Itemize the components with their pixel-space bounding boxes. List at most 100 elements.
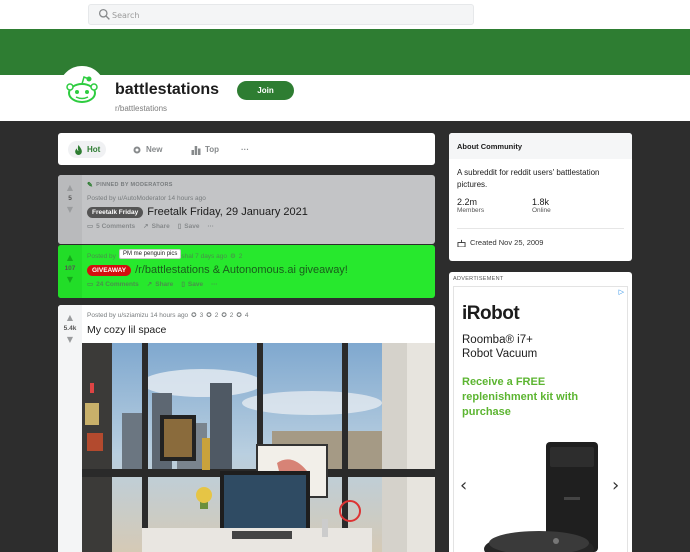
share-icon: ↗ — [146, 281, 153, 288]
members-label: Members — [457, 207, 485, 214]
pinned-label: PINNED BY MODERATORS — [96, 182, 173, 188]
ad-offer: Receive a FREE replenishment kit with pu… — [462, 376, 579, 418]
award-icon: ✪ — [236, 312, 242, 319]
members-stat: 2.2m Members — [457, 197, 484, 214]
award-count: 2 — [229, 311, 234, 319]
save-label: Save — [184, 222, 200, 230]
award-icon: ✪ — [191, 312, 197, 319]
about-description: A subreddit for reddit users' battlestat… — [457, 168, 600, 189]
ad-frame[interactable]: ▷ iRobot Roomba® i7+ Robot Vacuum Receiv… — [453, 286, 628, 552]
post-content: ✎ PINNED BY MODERATORS Posted by u/AutoM… — [87, 175, 435, 230]
created-row: Created Nov 25, 2009 — [457, 238, 543, 247]
comments-button[interactable]: ▭ 5 Comments — [87, 222, 136, 231]
vote-count: 5 — [68, 195, 72, 202]
save-button[interactable]: ▯ Save — [177, 222, 200, 231]
online-value: 1.8k — [532, 197, 550, 207]
downvote-icon[interactable]: ▼ — [67, 275, 73, 284]
meta-prefix: Posted by — [87, 252, 116, 260]
downvote-icon[interactable]: ▼ — [67, 335, 73, 344]
bookmark-icon: ▯ — [181, 281, 185, 288]
vote-count: 107 — [64, 265, 76, 272]
ad-label: ADVERTISEMENT — [453, 276, 504, 282]
adchoices-icon[interactable]: ▷ — [619, 288, 624, 296]
sort-new[interactable]: New — [126, 141, 168, 158]
post-title[interactable]: /r/battlestations & Autonomous.ai giveaw… — [135, 264, 348, 276]
sort-hot-label: Hot — [87, 145, 101, 154]
award-count: 2 — [238, 252, 243, 260]
cake-icon — [457, 239, 466, 247]
post-actions: ▭ 5 Comments ↗ Share ▯ Save ··· — [87, 222, 435, 231]
post-card[interactable]: ▲ 5 ▼ ✎ PINNED BY MODERATORS Posted by u… — [58, 175, 435, 244]
more-button[interactable]: ··· — [211, 281, 218, 288]
downvote-icon[interactable]: ▼ — [67, 205, 73, 214]
comments-label: 24 Comments — [96, 280, 139, 288]
share-label: Share — [155, 280, 174, 288]
more-button[interactable]: ··· — [207, 223, 214, 230]
share-icon: ↗ — [143, 223, 149, 230]
flame-icon — [75, 144, 82, 155]
bar-chart-icon — [191, 145, 201, 155]
subreddit-banner — [0, 29, 690, 75]
user-flair-tooltip: PM me penguin pics — [119, 249, 182, 259]
post-card[interactable]: ▲ 5.4k ▼ Posted by u/sziamizu 14 hours a… — [58, 305, 435, 552]
online-stat: 1.8k Online — [532, 197, 551, 214]
title-row: GIVEAWAY /r/battlestations & Autonomous.… — [87, 264, 435, 276]
post-title[interactable]: Freetalk Friday, 29 January 2021 — [147, 206, 308, 218]
share-button[interactable]: ↗ Share — [143, 222, 170, 231]
post-image[interactable] — [82, 343, 435, 552]
bookmark-icon: ▯ — [177, 223, 182, 230]
award-icon: ✪ — [221, 312, 227, 319]
ad-product: Roomba® i7+ Robot Vacuum — [462, 333, 537, 361]
subreddit-name: r/battlestations — [115, 104, 168, 113]
sort-bar: Hot New Top ··· — [58, 133, 478, 165]
comments-button[interactable]: ▭ 24 Comments — [87, 280, 139, 289]
subreddit-avatar[interactable] — [59, 66, 105, 112]
snoo-icon — [62, 69, 102, 109]
vote-column: ▲ 5 ▼ — [58, 175, 82, 244]
join-button[interactable]: Join — [237, 81, 294, 100]
save-button[interactable]: ▯ Save — [181, 280, 204, 289]
sort-more[interactable]: ··· — [235, 141, 255, 158]
vote-column: ▲ 107 ▼ — [58, 245, 82, 298]
award-count: 2 — [214, 311, 219, 319]
search-bar[interactable] — [88, 4, 474, 25]
sort-more-label: ··· — [241, 145, 249, 154]
upvote-icon[interactable]: ▲ — [67, 183, 73, 192]
ad-prev-button[interactable]: ‹ — [460, 475, 467, 496]
post-flair[interactable]: GIVEAWAY — [87, 264, 132, 276]
award-count: 3 — [199, 311, 204, 319]
post-card[interactable]: ▲ 107 ▼ Posted by u/Hareshal 7 days ago … — [58, 245, 435, 298]
award-count: 4 — [244, 311, 249, 319]
upvote-icon[interactable]: ▲ — [67, 253, 73, 262]
upvote-icon[interactable]: ▲ — [67, 313, 73, 322]
award-icon: ⚙ — [229, 253, 236, 260]
about-divider — [457, 228, 624, 229]
post-actions: ▭ 24 Comments ↗ Share ▯ Save ··· — [87, 280, 435, 289]
post-meta: Posted by u/sziamizu 14 hours ago ✪ 3 ✪ 2 … — [87, 311, 435, 320]
about-heading: About Community — [449, 133, 632, 159]
sparkle-icon — [133, 146, 141, 153]
ad-next-button[interactable]: › — [612, 475, 619, 496]
ad-product-line2: Robot Vacuum — [462, 348, 538, 360]
created-text: Created Nov 25, 2009 — [470, 238, 544, 247]
search-input[interactable] — [112, 7, 452, 23]
comments-label: 5 Comments — [96, 222, 136, 230]
meta-text: Posted by u/sziamizu 14 hours ago — [87, 311, 189, 319]
comment-icon: ▭ — [87, 223, 94, 230]
online-label: Online — [532, 207, 551, 214]
sort-top[interactable]: Top — [185, 141, 225, 158]
sort-new-label: New — [146, 145, 163, 154]
title-row: Freetalk Friday Freetalk Friday, 29 Janu… — [87, 206, 435, 218]
sort-top-label: Top — [205, 145, 220, 154]
save-label: Save — [187, 280, 204, 288]
advertisement-card: ADVERTISEMENT ▷ iRobot Roomba® i7+ Robot… — [449, 272, 632, 552]
post-title[interactable]: My cozy lil space — [87, 324, 435, 336]
subreddit-title: battlestations — [115, 81, 220, 98]
vote-count: 5.4k — [63, 325, 77, 332]
post-flair[interactable]: Freetalk Friday — [87, 206, 144, 218]
sort-hot[interactable]: Hot — [68, 141, 107, 158]
vote-column: ▲ 5.4k ▼ — [58, 305, 82, 552]
ad-logo: iRobot — [462, 303, 520, 324]
members-value: 2.2m — [457, 197, 478, 207]
share-button[interactable]: ↗ Share — [146, 280, 174, 289]
